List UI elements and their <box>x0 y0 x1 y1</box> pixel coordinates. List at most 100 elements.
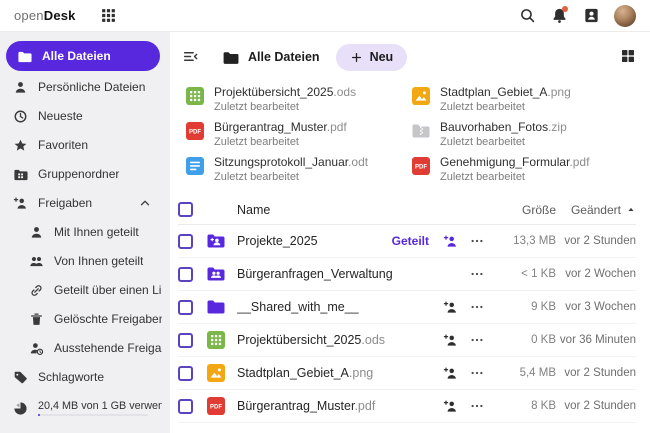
table-row[interactable]: Projekte_2025 Geteilt 13,3 MB vor 2 Stun… <box>178 225 636 258</box>
file-pdf-icon: PDF <box>185 121 205 141</box>
file-name[interactable]: Bürgerantrag_Muster.pdf <box>237 399 438 413</box>
sidebar-item-label: Alle Dateien <box>42 49 111 63</box>
search-icon[interactable] <box>518 6 537 25</box>
file-png-icon <box>205 363 227 383</box>
shared-label[interactable]: Geteilt <box>392 234 429 248</box>
chevron-up-icon[interactable] <box>138 196 152 210</box>
contacts-icon[interactable] <box>582 6 601 25</box>
sidebar-item-label: Mit Ihnen geteilt <box>54 225 139 239</box>
app-launcher-button[interactable] <box>98 5 120 27</box>
folder-shared-icon <box>205 231 227 251</box>
sidebar-item-quota[interactable]: 20,4 MB von 1 GB verwendet <box>0 392 162 424</box>
quota-bar <box>38 414 148 416</box>
recent-file[interactable]: PDF Genehmigung_Formular.pdf Zuletzt bea… <box>411 155 650 187</box>
actions-menu-icon[interactable] <box>462 399 492 413</box>
file-name[interactable]: Stadtplan_Gebiet_A.png <box>237 366 438 380</box>
actions-menu-icon[interactable] <box>462 267 492 281</box>
table-row[interactable]: __Shared_with_me__ 9 KB vor 3 Wochen <box>178 291 636 324</box>
recent-file-name: Projektübersicht_2025.ods <box>214 85 357 99</box>
recent-file[interactable]: Stadtplan_Gebiet_A.png Zuletzt bearbeite… <box>411 85 650 117</box>
file-modified: vor 2 Stunden <box>564 367 636 379</box>
recent-file-name: Genehmigung_Formular.pdf <box>440 155 590 169</box>
file-table: Name Größe Geändert Projekte_2025 Geteil… <box>170 195 650 423</box>
breadcrumb[interactable]: Alle Dateien <box>222 49 320 66</box>
file-name[interactable]: __Shared_with_me__ <box>237 300 438 314</box>
share-icon[interactable] <box>438 300 462 315</box>
share-icon[interactable] <box>438 234 462 249</box>
file-name[interactable]: Bürgeranfragen_Verwaltung <box>237 267 438 281</box>
sidebar-item-alle-dateien[interactable]: Alle Dateien <box>6 41 160 71</box>
sidebar-item-label: Neueste <box>38 109 83 123</box>
row-checkbox[interactable] <box>178 299 193 315</box>
person-icon <box>28 224 44 240</box>
grid-view-icon[interactable] <box>620 48 638 66</box>
sidebar-item-mit-ihnen-geteilt[interactable]: Mit Ihnen geteilt <box>0 218 162 246</box>
row-checkbox[interactable] <box>178 266 193 282</box>
app-grid-icon <box>99 6 118 25</box>
sidebar-item-geteilt-ueber-einen-link[interactable]: Geteilt über einen Link <box>0 276 162 304</box>
notifications-button[interactable] <box>550 6 569 25</box>
share-icon[interactable] <box>438 333 462 348</box>
main-content: Alle Dateien Neu Projektübersicht_2025.o… <box>170 32 650 433</box>
avatar[interactable] <box>614 4 636 27</box>
sidebar-item-neueste[interactable]: Neueste <box>0 102 162 130</box>
recent-file-name: Sitzungsprotokoll_Januar.odt <box>214 155 369 169</box>
recent-file-note: Zuletzt bearbeitet <box>214 101 299 113</box>
row-checkbox[interactable] <box>178 233 193 249</box>
sidebar-item-ausstehende-freigaben[interactable]: Ausstehende Freigaben <box>0 334 162 362</box>
recent-file[interactable]: Bauvorhaben_Fotos.zip Zuletzt bearbeitet <box>411 120 650 152</box>
file-ods-icon <box>205 330 227 350</box>
new-button[interactable]: Neu <box>335 43 408 71</box>
recent-file[interactable]: PDF Bürgerantrag_Muster.pdf Zuletzt bear… <box>185 120 411 152</box>
row-checkbox[interactable] <box>178 332 193 348</box>
opendesk-logo[interactable]: openDesk <box>14 8 76 23</box>
sidebar-item-von-ihnen-geteilt[interactable]: Von Ihnen geteilt <box>0 247 162 275</box>
table-row[interactable]: Bürgeranfragen_Verwaltung < 1 KB vor 2 W… <box>178 258 636 291</box>
sidebar-item-persoenliche-dateien[interactable]: Persönliche Dateien <box>0 73 162 101</box>
table-row[interactable]: Projektübersicht_2025.ods 0 KB vor 36 Mi… <box>178 324 636 357</box>
actions-menu-icon[interactable] <box>462 366 492 380</box>
recent-files: Projektübersicht_2025.ods Zuletzt bearbe… <box>185 85 650 187</box>
recent-file-note: Zuletzt bearbeitet <box>440 101 525 113</box>
sidebar-item-freigaben[interactable]: Freigaben <box>0 189 162 217</box>
share-icon[interactable] <box>438 399 462 414</box>
sidebar-toggle-icon[interactable] <box>182 48 200 66</box>
notification-badge <box>562 6 568 12</box>
actions-menu-icon[interactable] <box>462 234 492 248</box>
file-size: 9 KB <box>531 301 556 313</box>
select-all-checkbox[interactable] <box>178 202 193 217</box>
table-row[interactable]: PDF Bürgerantrag_Muster.pdf 8 KB vor 2 S… <box>178 390 636 423</box>
row-checkbox[interactable] <box>178 365 193 381</box>
recent-file-note: Zuletzt bearbeitet <box>440 136 525 148</box>
person-clock-icon <box>28 340 44 356</box>
file-pdf-icon: PDF <box>411 156 431 176</box>
sidebar-item-gruppenordner[interactable]: Gruppenordner <box>0 160 162 188</box>
folder-icon <box>16 48 32 64</box>
folder-group-icon <box>205 264 227 284</box>
breadcrumb-label: Alle Dateien <box>248 50 320 64</box>
file-odt-icon <box>185 156 205 176</box>
topbar: openDesk <box>0 0 650 32</box>
sidebar-item-dateien-einstellungen[interactable]: Dateien-Einstellungen <box>0 425 162 433</box>
actions-menu-icon[interactable] <box>462 300 492 314</box>
file-size: 5,4 MB <box>519 367 556 379</box>
recent-file[interactable]: Projektübersicht_2025.ods Zuletzt bearbe… <box>185 85 411 117</box>
table-row[interactable]: Stadtplan_Gebiet_A.png 5,4 MB vor 2 Stun… <box>178 357 636 390</box>
column-header-size[interactable]: Größe <box>492 203 556 217</box>
sidebar-item-favoriten[interactable]: Favoriten <box>0 131 162 159</box>
actions-menu-icon[interactable] <box>462 333 492 347</box>
sidebar-item-label: Schlagworte <box>38 370 105 384</box>
new-button-label: Neu <box>369 50 394 64</box>
row-checkbox[interactable] <box>178 398 193 414</box>
sidebar-item-schlagworte[interactable]: Schlagworte <box>0 363 162 391</box>
file-pdf-icon: PDF <box>205 396 227 416</box>
recent-file[interactable]: Sitzungsprotokoll_Januar.odt Zuletzt bea… <box>185 155 411 187</box>
file-name[interactable]: Projektübersicht_2025.ods <box>237 333 438 347</box>
share-icon[interactable] <box>438 366 462 381</box>
column-header-modified[interactable]: Geändert <box>556 203 636 217</box>
column-header-name[interactable]: Name <box>237 203 438 217</box>
file-name[interactable]: Projekte_2025 <box>237 234 392 248</box>
content-header: Alle Dateien Neu <box>170 42 650 72</box>
file-modified: vor 3 Wochen <box>565 301 636 313</box>
sidebar-item-geloeschte-freigaben[interactable]: Gelöschte Freigaben <box>0 305 162 333</box>
